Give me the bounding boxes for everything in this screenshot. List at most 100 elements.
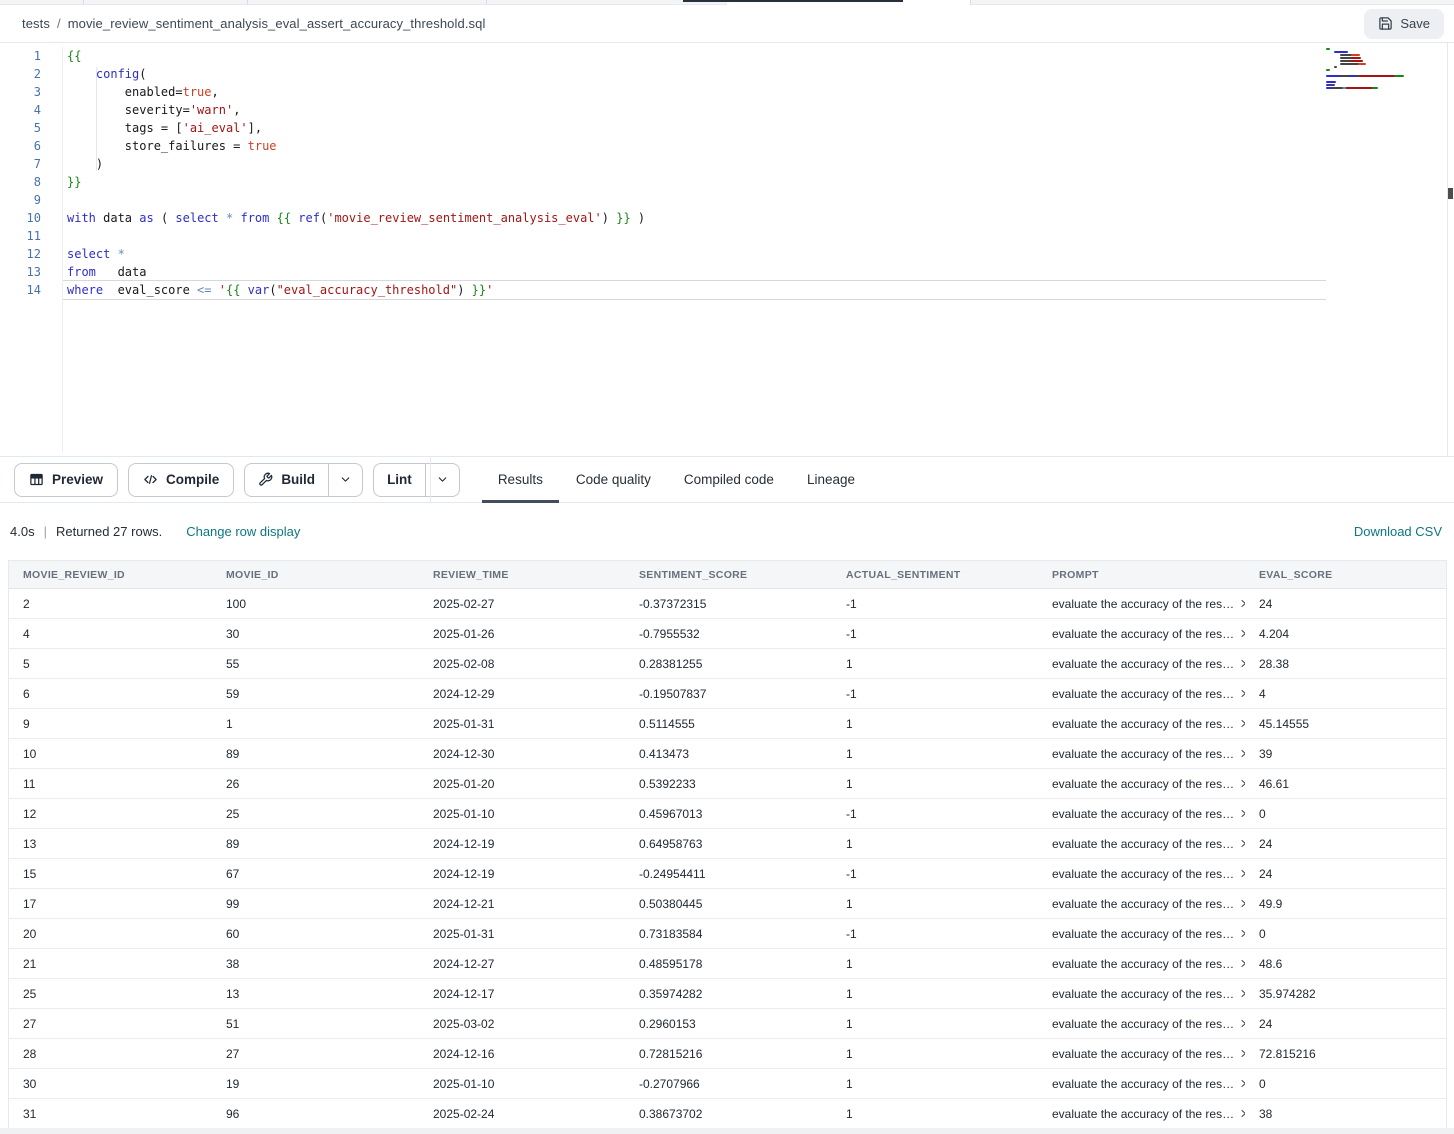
tab-code-quality[interactable]: Code quality	[560, 457, 667, 502]
code-line[interactable]: select *	[63, 245, 1326, 263]
chevron-right-icon[interactable]	[1238, 748, 1245, 759]
table-cell: 26	[212, 769, 419, 798]
table-cell: -0.37372315	[625, 589, 832, 618]
chevron-right-icon[interactable]	[1238, 1108, 1245, 1119]
tab-compiled-code[interactable]: Compiled code	[668, 457, 790, 502]
chevron-right-icon[interactable]	[1238, 628, 1245, 639]
tab-results[interactable]: Results	[482, 457, 559, 502]
preview-table-icon	[29, 472, 44, 487]
build-button[interactable]: Build	[245, 464, 328, 496]
editor-minimap[interactable]	[1326, 48, 1410, 90]
column-header: ACTUAL_SENTIMENT	[832, 561, 1038, 588]
tab-lineage[interactable]: Lineage	[791, 457, 871, 502]
table-cell: 38	[1245, 1099, 1446, 1128]
table-row: 15672024-12-19-0.24954411-1evaluate the …	[9, 859, 1446, 889]
table-cell: 20	[9, 919, 212, 948]
code-token: ,	[233, 103, 240, 117]
column-header: MOVIE_ID	[212, 561, 419, 588]
breadcrumb-separator: /	[57, 16, 61, 31]
code-line[interactable]: tags = ['ai_eval'],	[63, 119, 1326, 137]
column-header: MOVIE_REVIEW_ID	[9, 561, 212, 588]
code-line[interactable]: severity='warn',	[63, 101, 1326, 119]
table-row: 12252025-01-100.45967013-1evaluate the a…	[9, 799, 1446, 829]
chevron-right-icon[interactable]	[1238, 718, 1245, 729]
download-csv-link[interactable]: Download CSV	[1354, 524, 1442, 539]
chevron-right-icon[interactable]	[1238, 598, 1245, 609]
chevron-right-icon[interactable]	[1238, 1078, 1245, 1089]
status-separator: |	[44, 524, 47, 539]
table-cell: 19	[212, 1069, 419, 1098]
chevron-right-icon[interactable]	[1238, 1048, 1245, 1059]
code-line[interactable]	[63, 227, 1326, 245]
code-token	[212, 283, 219, 297]
table-cell: 0.413473	[625, 739, 832, 768]
chevron-right-icon[interactable]	[1238, 958, 1245, 969]
compile-label: Compile	[166, 472, 219, 487]
table-row: 27512025-03-020.29601531evaluate the acc…	[9, 1009, 1446, 1039]
code-token: 'movie_review_sentiment_analysis_eval'	[327, 211, 602, 225]
table-cell: -1	[832, 799, 1038, 828]
code-token: '	[219, 283, 226, 297]
file-tab-segment[interactable]	[0, 0, 727, 5]
code-line[interactable]: )	[63, 155, 1326, 173]
code-editor[interactable]: 1234567891011121314 {{ config( enabled=t…	[0, 43, 1454, 456]
line-number: 4	[0, 101, 41, 119]
table-cell: 1	[832, 1069, 1038, 1098]
chevron-right-icon[interactable]	[1238, 658, 1245, 669]
code-line[interactable]: store_failures = true	[63, 137, 1326, 155]
table-cell: evaluate the accuracy of the res…	[1038, 919, 1245, 948]
save-button[interactable]: Save	[1364, 9, 1444, 39]
code-line[interactable]	[63, 191, 1326, 209]
table-row: 10892024-12-300.4134731evaluate the accu…	[9, 739, 1446, 769]
table-row: 5552025-02-080.283812551evaluate the acc…	[9, 649, 1446, 679]
code-token	[269, 211, 276, 225]
code-line[interactable]: from data	[63, 263, 1326, 281]
editor-code[interactable]: {{ config( enabled=true, severity='warn'…	[63, 47, 1326, 299]
chevron-right-icon[interactable]	[1238, 868, 1245, 879]
change-row-display-link[interactable]: Change row display	[186, 524, 300, 539]
table-cell: 38	[212, 949, 419, 978]
status-bar: 4.0s | Returned 27 rows. Change row disp…	[0, 503, 1454, 560]
chevron-right-icon[interactable]	[1238, 808, 1245, 819]
prompt-text: evaluate the accuracy of the res…	[1052, 597, 1234, 611]
chevron-right-icon[interactable]	[1238, 898, 1245, 909]
preview-button[interactable]: Preview	[14, 463, 118, 497]
chevron-right-icon[interactable]	[1238, 988, 1245, 999]
chevron-right-icon[interactable]	[1238, 1018, 1245, 1029]
chevron-down-icon	[436, 473, 449, 486]
table-cell: 1	[832, 949, 1038, 978]
compile-button[interactable]: Compile	[128, 463, 234, 497]
code-token: )	[457, 283, 471, 297]
table-row: 20602025-01-310.73183584-1evaluate the a…	[9, 919, 1446, 949]
editor-scrollbar-thumb[interactable]	[1448, 188, 1453, 199]
table-cell: 1	[832, 1099, 1038, 1128]
code-line[interactable]: }}	[63, 173, 1326, 191]
code-line[interactable]: where eval_score <= '{{ var("eval_accura…	[63, 281, 1326, 299]
chevron-right-icon[interactable]	[1238, 688, 1245, 699]
table-cell: 0.50380445	[625, 889, 832, 918]
code-line[interactable]: with data as ( select * from {{ ref('mov…	[63, 209, 1326, 227]
table-cell: 2024-12-17	[419, 979, 625, 1008]
table-cell: evaluate the accuracy of the res…	[1038, 859, 1245, 888]
chevron-right-icon[interactable]	[1238, 778, 1245, 789]
code-line[interactable]: enabled=true,	[63, 83, 1326, 101]
lint-button[interactable]: Lint	[374, 464, 425, 496]
toolbar-divider	[430, 457, 431, 502]
table-cell: evaluate the accuracy of the res…	[1038, 1009, 1245, 1038]
code-line[interactable]: config(	[63, 65, 1326, 83]
code-token: 'warn'	[190, 103, 233, 117]
chevron-right-icon[interactable]	[1238, 928, 1245, 939]
table-cell: 39	[1245, 739, 1446, 768]
build-dropdown-button[interactable]	[328, 464, 362, 496]
table-cell: 49.9	[1245, 889, 1446, 918]
prompt-text: evaluate the accuracy of the res…	[1052, 627, 1234, 641]
table-cell: 1	[832, 979, 1038, 1008]
line-number: 7	[0, 155, 41, 173]
code-line[interactable]: {{	[63, 47, 1326, 65]
prompt-text: evaluate the accuracy of the res…	[1052, 837, 1234, 851]
table-cell: 30	[212, 619, 419, 648]
horizontal-scrollbar-track[interactable]	[0, 1128, 1454, 1134]
file-tab-segment[interactable]	[970, 0, 1454, 5]
table-cell: 2024-12-29	[419, 679, 625, 708]
chevron-right-icon[interactable]	[1238, 838, 1245, 849]
